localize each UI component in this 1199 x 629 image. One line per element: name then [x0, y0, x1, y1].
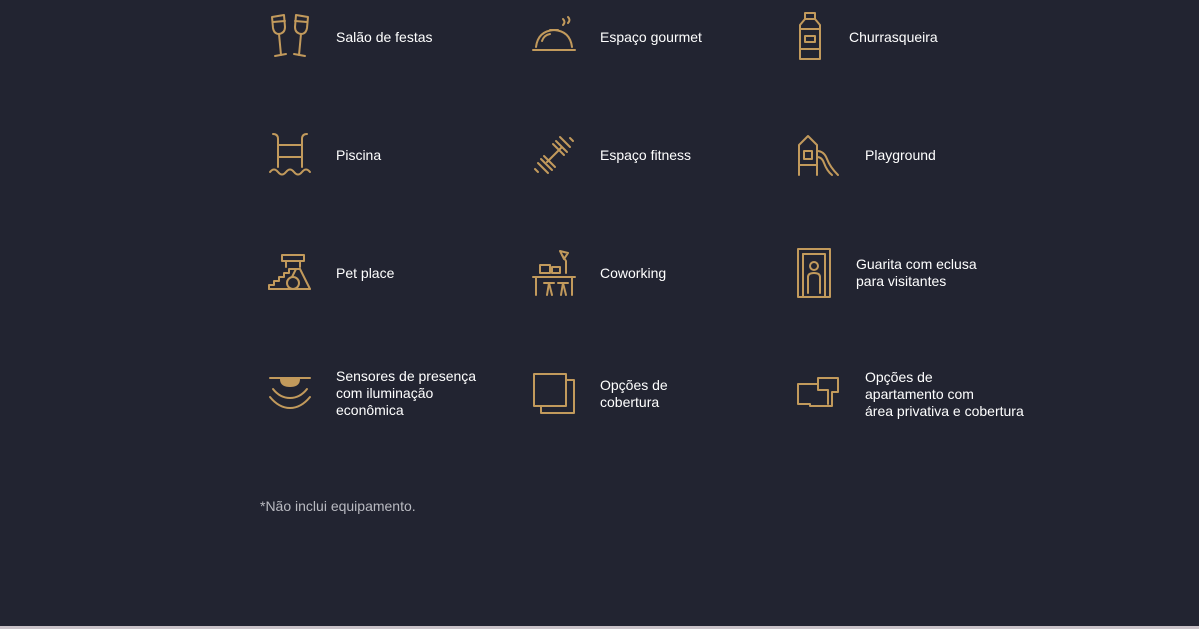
presence-sensor-icon [266, 367, 314, 419]
amenity-label: Sensores de presença com iluminação econ… [336, 367, 477, 418]
amenity-playground: Playground [794, 129, 936, 181]
amenity-label: Opções de apartamento com área privativa… [865, 368, 1024, 419]
amenity-salao-de-festas: Salão de festas [266, 11, 433, 63]
amenity-label: Churrasqueira [849, 28, 938, 45]
amenity-coworking: Coworking [530, 247, 666, 299]
amenity-label: Opções de cobertura [600, 377, 668, 410]
amenity-opcoes-cobertura: Opções de cobertura [530, 368, 668, 420]
amenity-churrasqueira: Churrasqueira [786, 11, 938, 63]
floorplan-icon [794, 368, 842, 420]
amenity-guarita: Guarita com eclusa para visitantes [786, 247, 977, 299]
amenity-espaco-fitness: Espaço fitness [530, 129, 691, 181]
amenity-label: Espaço gourmet [600, 28, 702, 45]
amenity-label: Piscina [336, 146, 382, 163]
amenity-label: Coworking [600, 264, 667, 281]
guardhouse-icon [786, 247, 834, 299]
amenity-espaco-gourmet: Espaço gourmet [530, 11, 702, 63]
amenity-sensores: Sensores de presença com iluminação econ… [266, 367, 476, 419]
amenity-label: Salão de festas [336, 28, 433, 45]
penthouse-squares-icon [530, 368, 578, 420]
pool-ladder-icon [266, 129, 314, 181]
amenity-label: Playground [865, 146, 936, 163]
cloche-icon [530, 11, 578, 63]
amenity-piscina: Piscina [266, 129, 381, 181]
equipment-footnote: *Não inclui equipamento. [260, 498, 416, 514]
pet-agility-icon [266, 247, 314, 299]
amenity-label: Espaço fitness [600, 146, 692, 163]
amenity-opcoes-apartamento: Opções de apartamento com área privativa… [794, 368, 1024, 420]
dumbbell-icon [530, 129, 578, 181]
amenity-label: Pet place [336, 264, 395, 281]
champagne-glasses-icon [266, 11, 314, 63]
amenities-section: Salão de festas Espaço gourmet Churrasqu… [0, 0, 1199, 629]
amenity-pet-place: Pet place [266, 247, 394, 299]
desk-lamp-icon [530, 247, 578, 299]
bottle-icon [786, 11, 834, 63]
slide-icon [794, 129, 842, 181]
amenity-label: Guarita com eclusa para visitantes [856, 256, 977, 289]
